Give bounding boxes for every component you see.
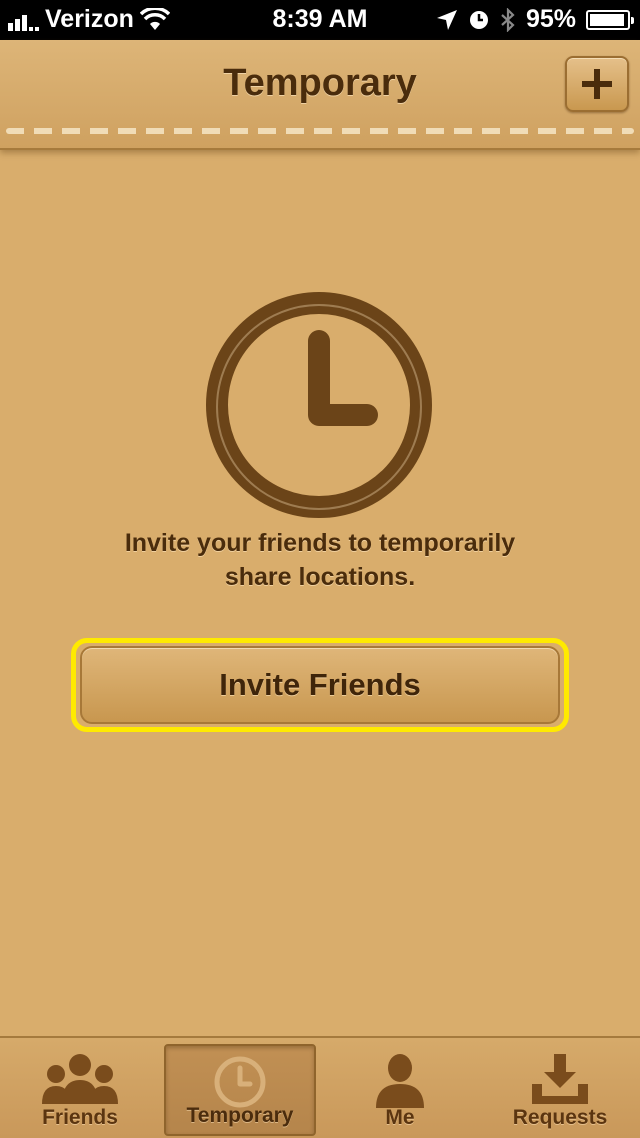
navigation-header: Temporary	[0, 40, 640, 150]
battery-icon	[586, 9, 634, 30]
tab-me[interactable]: Me	[320, 1044, 480, 1136]
person-icon	[376, 1054, 424, 1108]
tab-requests[interactable]: Requests	[480, 1044, 640, 1136]
tab-friends[interactable]: Friends	[0, 1044, 160, 1136]
page-title: Temporary	[223, 62, 417, 104]
tab-temporary[interactable]: Temporary	[164, 1044, 316, 1136]
clock-icon	[214, 1056, 266, 1108]
tab-requests-label: Requests	[512, 1106, 608, 1129]
tab-bar: Friends Temporary Me Requests	[0, 1036, 640, 1138]
invite-message-line1: Invite your friends to temporarily	[124, 529, 516, 557]
tab-temporary-label: Temporary	[186, 1104, 294, 1127]
tab-friends-label: Friends	[42, 1106, 118, 1129]
alarm-clock-icon	[469, 10, 488, 29]
plus-icon	[582, 69, 612, 99]
status-bar: Verizon 8:39 AM 95%	[0, 0, 640, 40]
location-arrow-icon	[436, 9, 457, 30]
invite-friends-button[interactable]: Invite Friends	[80, 646, 560, 724]
bluetooth-icon	[501, 7, 515, 32]
invite-message: Invite your friends to temporarily share…	[60, 526, 580, 594]
header-stitching	[6, 128, 634, 134]
friends-icon	[42, 1054, 118, 1104]
battery-percent: 95%	[525, 5, 576, 33]
clock-icon	[206, 292, 432, 518]
battery-fill	[590, 13, 625, 26]
inbox-download-icon	[532, 1054, 588, 1104]
add-button[interactable]	[565, 56, 629, 112]
tab-me-label: Me	[385, 1106, 415, 1129]
status-right: 95%	[436, 5, 634, 34]
invite-message-line2: share locations.	[224, 563, 416, 591]
main-content: Invite your friends to temporarily share…	[0, 150, 640, 1035]
